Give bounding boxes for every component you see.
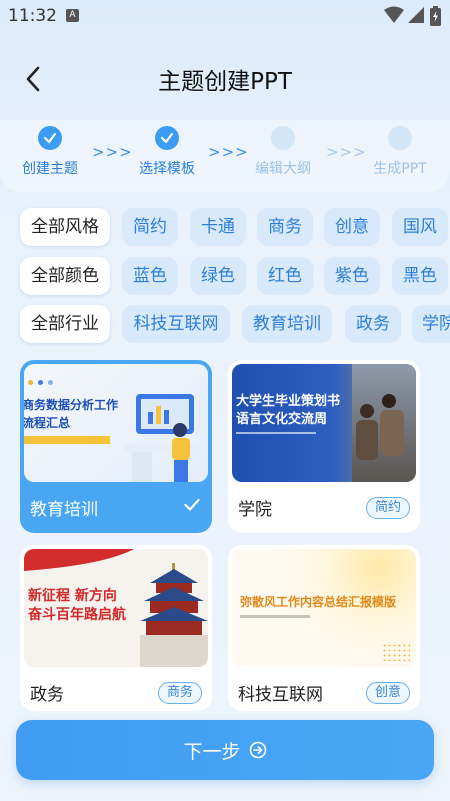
temple-illustration bbox=[140, 563, 208, 667]
thumbnail-title: 商务数据分析工作 bbox=[24, 398, 119, 412]
card-title: 科技互联网 bbox=[238, 685, 323, 705]
pending-circle-icon bbox=[388, 126, 412, 150]
step-label: 生成PPT bbox=[373, 161, 427, 177]
filter-chip[interactable]: 黑色 bbox=[392, 257, 448, 295]
style-tag: 商务 bbox=[157, 682, 202, 704]
next-step-label: 下一步 bbox=[183, 740, 241, 763]
style-filter-row: 全部风格 简约 卡通 商务 创意 国风 bbox=[20, 208, 450, 246]
filter-chip[interactable]: 国风 bbox=[392, 208, 448, 246]
page-title: 主题创建PPT bbox=[158, 69, 292, 95]
status-bar: 11:32 A bbox=[0, 0, 450, 32]
thumbnail-subtitle: 奋斗百年路启航 bbox=[28, 607, 126, 623]
industry-filter-row: 全部行业 科技互联网 教育培训 政务 学院 bbox=[20, 305, 450, 343]
thumbnail-title: 新征程 新方向 bbox=[28, 588, 117, 604]
thumbnail-subtitle: 语言文化交流周 bbox=[236, 412, 328, 427]
filter-chip[interactable]: 商务 bbox=[257, 208, 313, 246]
next-step-button[interactable]: 下一步 bbox=[16, 720, 434, 780]
template-thumbnail: 新征程 新方向 奋斗百年路启航 bbox=[24, 549, 208, 667]
filter-chip[interactable]: 政务 bbox=[345, 305, 401, 343]
check-circle-icon bbox=[155, 126, 179, 150]
template-card[interactable]: 弥散风工作内容总结汇报模版 科技互联网 创意 bbox=[228, 545, 420, 711]
status-time: 11:32 bbox=[8, 6, 57, 26]
filter-all-colors[interactable]: 全部颜色 bbox=[20, 257, 110, 295]
step-choose-template: 选择模板 bbox=[117, 126, 217, 178]
desk-illustration bbox=[124, 394, 202, 482]
template-thumbnail: 商务数据分析工作 流程汇总 bbox=[24, 364, 208, 482]
template-card[interactable]: 大学生毕业策划书 语言文化交流周 学院 简约 bbox=[228, 360, 420, 533]
step-generate-ppt: 生成PPT bbox=[350, 126, 450, 178]
step-edit-outline: 编辑大纲 bbox=[233, 126, 333, 178]
style-tag: 简约 bbox=[365, 497, 410, 519]
battery-icon bbox=[430, 6, 441, 26]
check-icon bbox=[184, 498, 200, 511]
step-label: 创建主题 bbox=[22, 161, 78, 177]
template-thumbnail: 大学生毕业策划书 语言文化交流周 bbox=[232, 364, 416, 482]
pending-circle-icon bbox=[271, 126, 295, 150]
arrow-right-circle-icon bbox=[249, 741, 266, 759]
signal-icon bbox=[408, 7, 424, 23]
check-circle-icon bbox=[38, 126, 62, 150]
card-title: 学院 bbox=[238, 500, 272, 520]
filter-chip[interactable]: 红色 bbox=[257, 257, 313, 295]
filter-all-styles[interactable]: 全部风格 bbox=[20, 208, 110, 246]
filter-chip[interactable]: 教育培训 bbox=[242, 305, 332, 343]
filter-chip[interactable]: 卡通 bbox=[190, 208, 246, 246]
filter-chip[interactable]: 创意 bbox=[324, 208, 380, 246]
filter-chip[interactable]: 科技互联网 bbox=[122, 305, 230, 343]
card-title: 政务 bbox=[30, 685, 64, 705]
thumbnail-subtitle: 流程汇总 bbox=[24, 416, 71, 430]
filter-chip[interactable]: 简约 bbox=[122, 208, 178, 246]
filter-chip[interactable]: 紫色 bbox=[324, 257, 380, 295]
color-filter-row: 全部颜色 蓝色 绿色 红色 紫色 黑色 bbox=[20, 257, 450, 295]
style-tag: 创意 bbox=[365, 682, 410, 704]
card-title: 教育培训 bbox=[30, 500, 98, 520]
step-label: 选择模板 bbox=[139, 161, 195, 177]
template-thumbnail: 弥散风工作内容总结汇报模版 bbox=[232, 549, 416, 667]
step-progress: 创建主题 >>> 选择模板 >>> 编辑大纲 >>> 生成PPT bbox=[0, 120, 450, 192]
thumbnail-title: 大学生毕业策划书 bbox=[236, 394, 341, 409]
thumbnail-title: 弥散风工作内容总结汇报模版 bbox=[240, 595, 397, 609]
filter-chip[interactable]: 绿色 bbox=[190, 257, 246, 295]
step-create-theme: 创建主题 bbox=[0, 126, 100, 178]
filter-chip[interactable]: 蓝色 bbox=[122, 257, 178, 295]
filter-all-industries[interactable]: 全部行业 bbox=[20, 305, 110, 343]
template-card[interactable]: 商务数据分析工作 流程汇总 教育培训 bbox=[20, 360, 212, 533]
notification-icon: A bbox=[66, 9, 79, 22]
step-label: 编辑大纲 bbox=[255, 161, 311, 177]
template-card[interactable]: 新征程 新方向 奋斗百年路启航 政务 商务 bbox=[20, 545, 212, 711]
filter-chip[interactable]: 学院 bbox=[412, 305, 450, 343]
wifi-icon bbox=[384, 6, 404, 23]
